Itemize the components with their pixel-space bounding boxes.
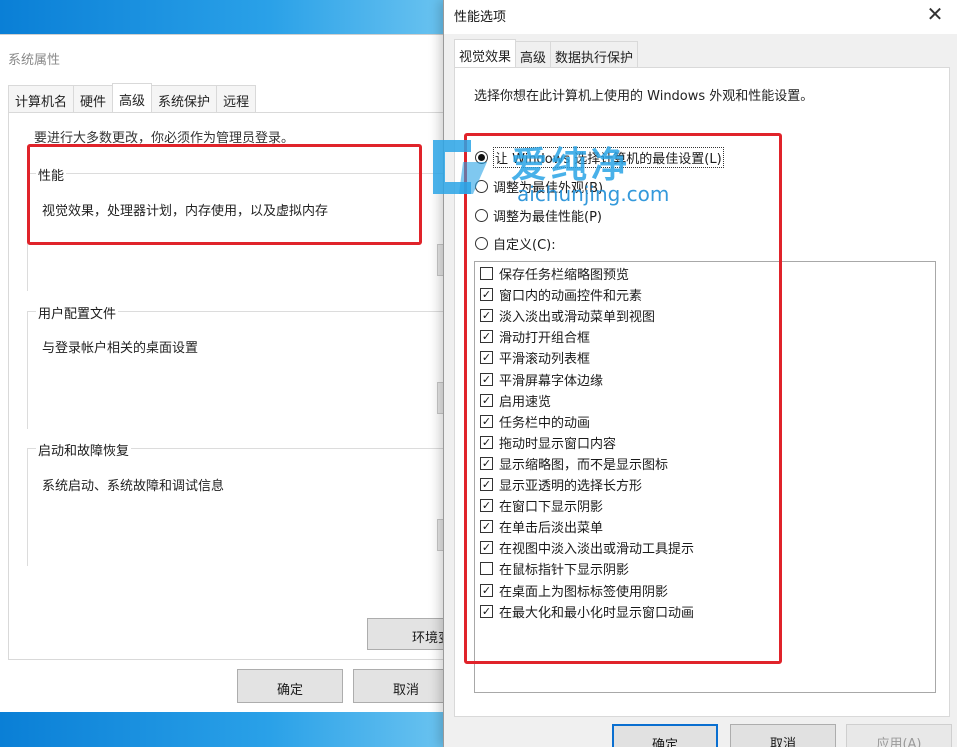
tab-data-execution-prevention[interactable]: 数据执行保护	[550, 41, 639, 67]
startup-recovery-group-description: 系统启动、系统故障和调试信息	[42, 479, 225, 494]
startup-recovery-group: 启动和故障恢复 系统启动、系统故障和调试信息	[27, 440, 457, 566]
performance-apply-button[interactable]: 应用(A)	[846, 724, 952, 747]
tab-remote[interactable]: 远程	[216, 85, 257, 112]
system-properties-tabs: 计算机名 硬件 高级 系统保护 远程	[8, 83, 257, 112]
tab-hardware[interactable]: 硬件	[73, 85, 114, 112]
performance-highlight-box	[27, 144, 422, 245]
performance-options-titlebar: 性能选项 ✕	[444, 0, 957, 34]
close-icon[interactable]: ✕	[921, 1, 949, 29]
performance-options-tabs: 视觉效果 高级 数据执行保护	[454, 39, 639, 67]
performance-cancel-button[interactable]: 取消	[730, 724, 836, 747]
tab-system-protection[interactable]: 系统保护	[151, 85, 218, 112]
system-properties-title: 系统属性	[8, 53, 61, 68]
system-properties-ok-button[interactable]: 确定	[237, 669, 343, 703]
desktop-background-bottom	[0, 712, 450, 747]
environment-variables-button[interactable]: 环境变	[367, 618, 449, 650]
system-properties-titlebar: 系统属性	[0, 35, 450, 79]
user-profiles-group-title: 用户配置文件	[36, 303, 119, 322]
tab-visual-effects[interactable]: 视觉效果	[454, 39, 517, 67]
system-properties-window: 系统属性 计算机名 硬件 高级 系统保护 远程 要进行大多数更改，你必须作为管理…	[0, 34, 459, 712]
user-profiles-group: 用户配置文件 与登录帐户相关的桌面设置	[27, 303, 457, 429]
tab-advanced-perf[interactable]: 高级	[515, 41, 552, 67]
desktop-background	[0, 0, 450, 34]
startup-recovery-group-title: 启动和故障恢复	[36, 440, 132, 459]
visual-effects-intro: 选择你想在此计算机上使用的 Windows 外观和性能设置。	[474, 89, 814, 104]
tab-computer-name[interactable]: 计算机名	[8, 85, 75, 112]
user-profiles-group-description: 与登录帐户相关的桌面设置	[42, 341, 199, 356]
visual-effects-highlight-box	[464, 133, 782, 664]
tab-advanced[interactable]: 高级	[112, 83, 153, 112]
performance-ok-button[interactable]: 确定	[612, 724, 718, 747]
performance-options-title: 性能选项	[454, 10, 507, 25]
